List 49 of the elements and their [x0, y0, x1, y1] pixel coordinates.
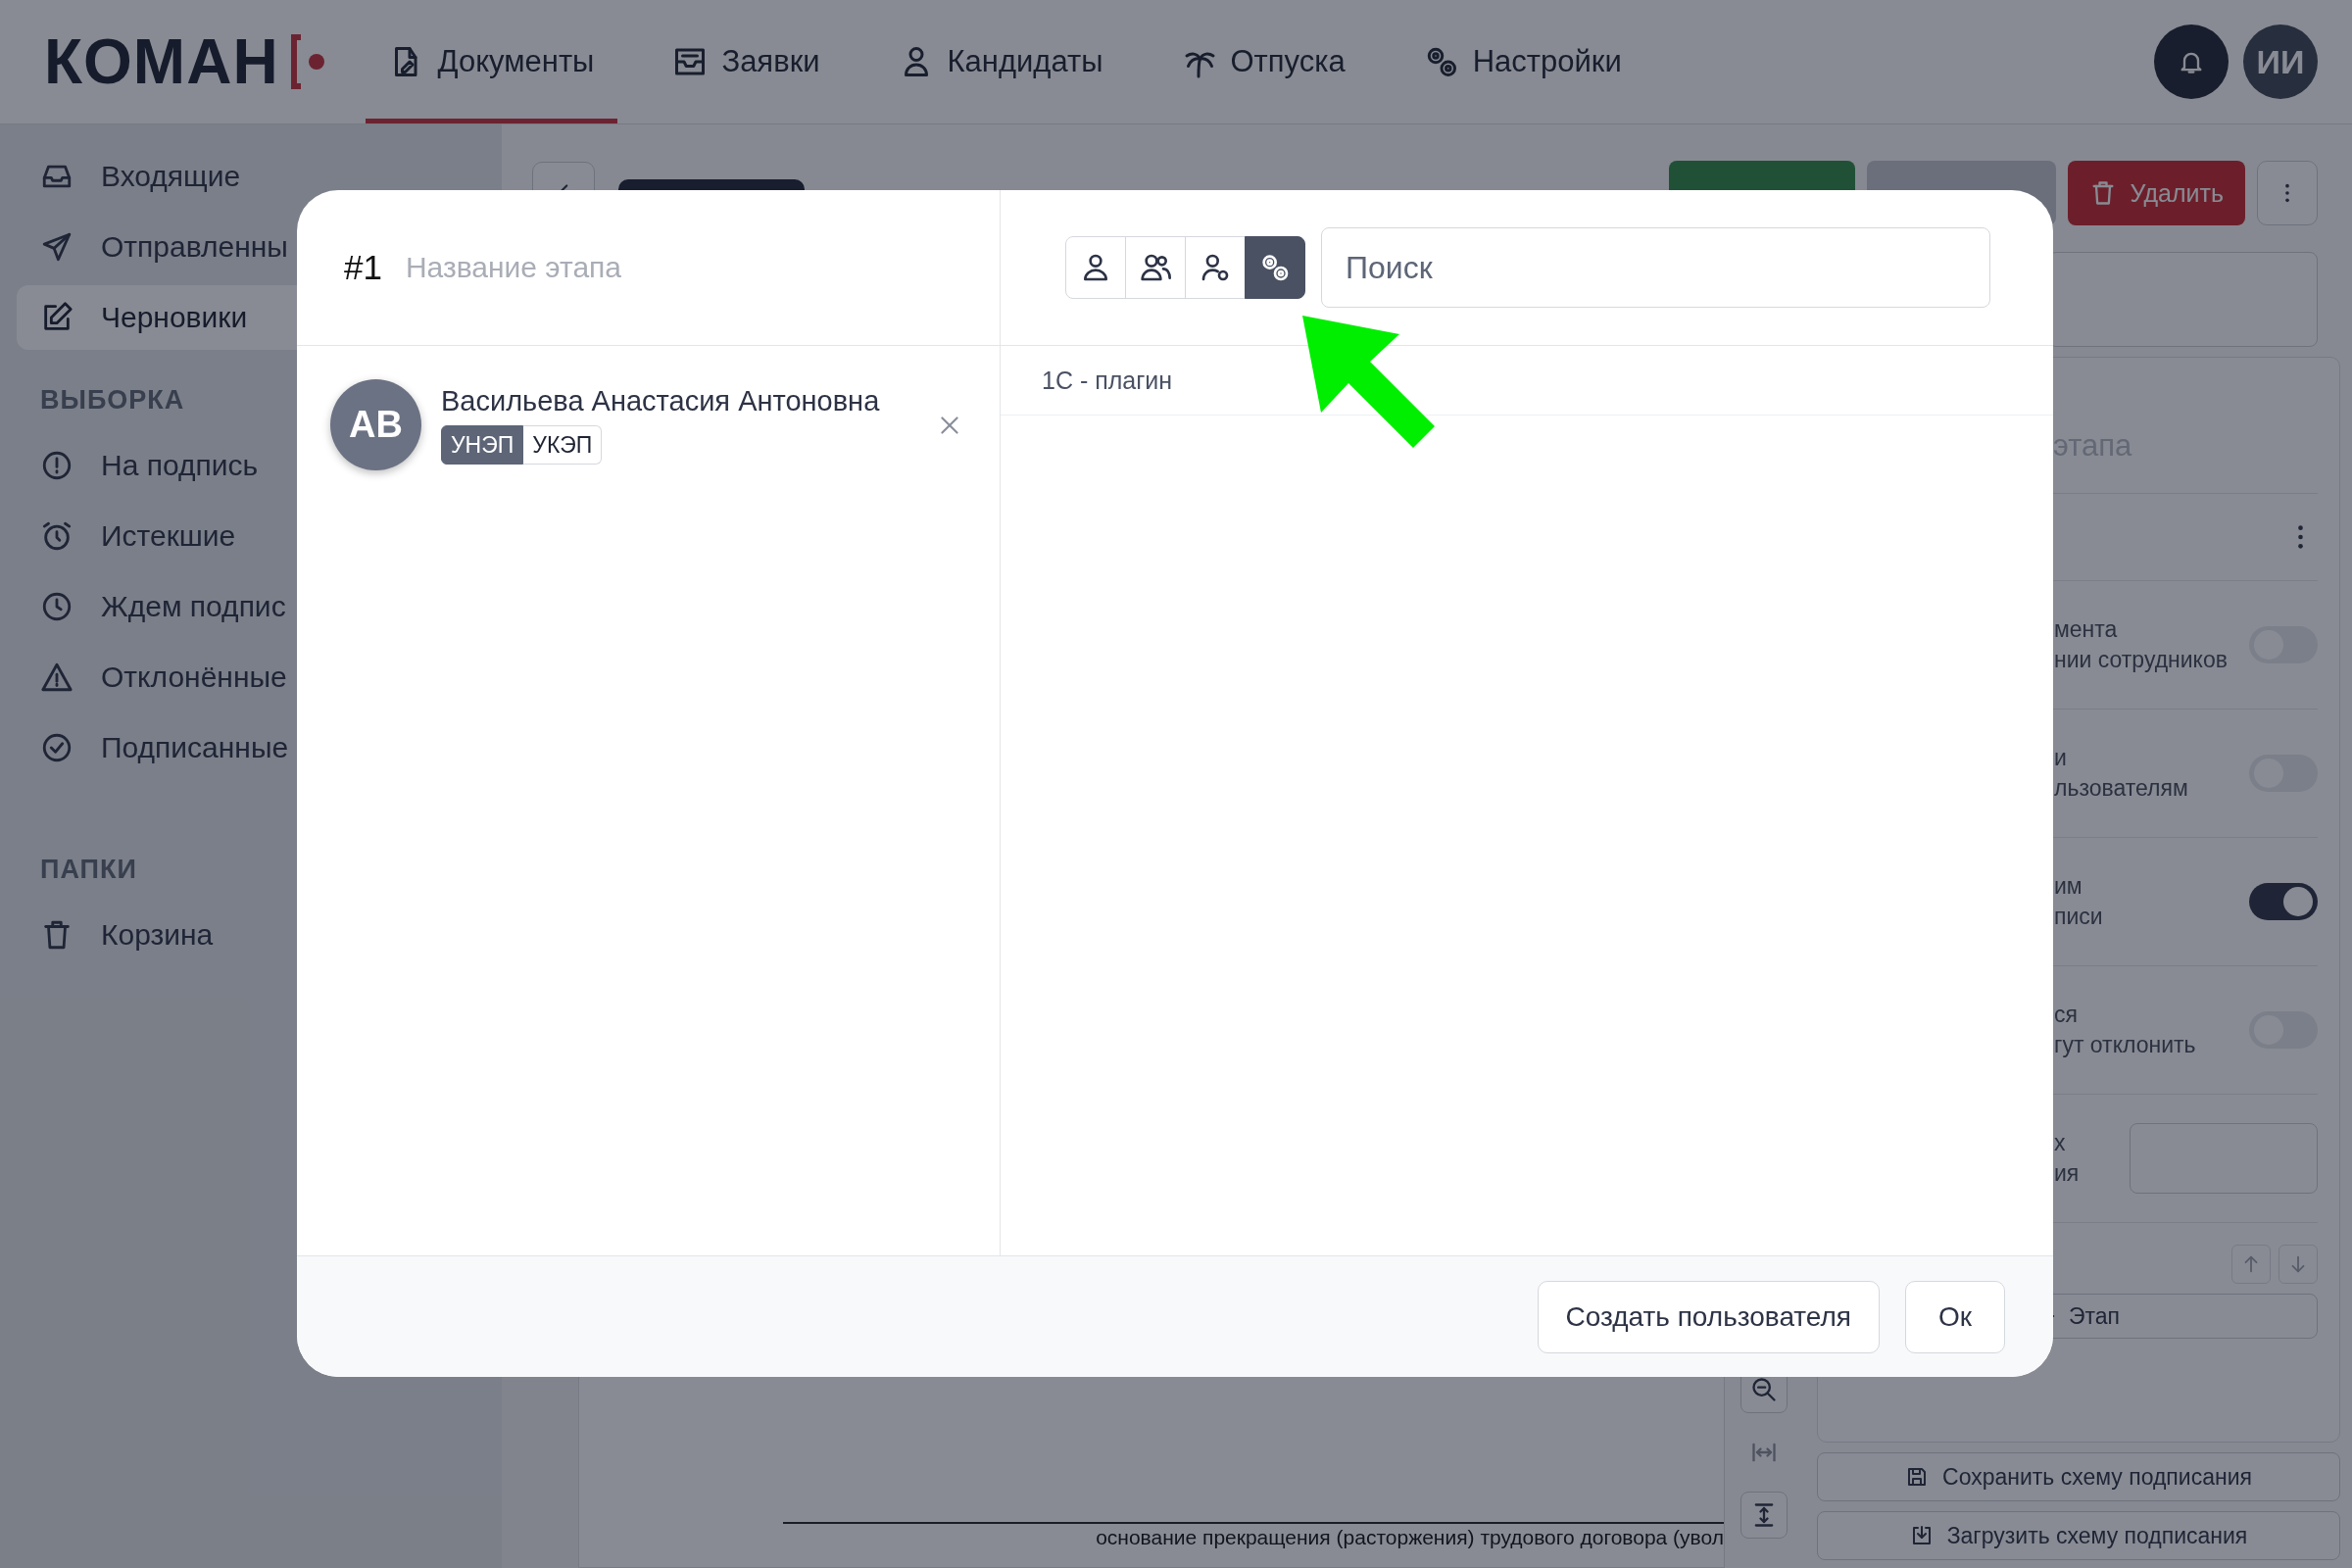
signature-type-toggle[interactable]: УКЭП: [523, 425, 603, 465]
zoom-out-icon: [1750, 1376, 1778, 1403]
move-down-button[interactable]: [2278, 1245, 2318, 1284]
sidebar-item[interactable]: Подписанные: [17, 715, 485, 780]
alert-circle-icon: [40, 449, 74, 482]
delete-button[interactable]: Удалить: [2067, 161, 2245, 225]
alarm-clock-icon: [40, 519, 74, 553]
logo-text: КОМАН: [44, 25, 279, 98]
setting-label: и льзователям: [2054, 744, 2188, 803]
more-icon[interactable]: [2297, 523, 2304, 551]
sidebar-item[interactable]: Истекшие: [17, 504, 485, 568]
search-field[interactable]: Поиск: [1321, 227, 1990, 308]
sidebar-item[interactable]: Ждем подпис: [17, 574, 485, 639]
setting-label: им писи: [2054, 872, 2103, 931]
stage-number: #1: [344, 248, 382, 287]
save-scheme-button[interactable]: Сохранить схему подписания: [1817, 1452, 2340, 1501]
setting-label: ся гут отклонить: [2054, 1001, 2196, 1059]
document-text: основание прекращения (расторжения) трудового договора (увол: [1096, 1525, 1724, 1549]
nav-tab[interactable]: Отпуска: [1157, 0, 1369, 123]
create-user-button[interactable]: Создать пользователя: [1537, 1280, 1880, 1353]
users-icon: [1140, 252, 1171, 283]
ok-button[interactable]: Ок: [1905, 1280, 2005, 1353]
check-circle-icon: [40, 731, 74, 764]
clock-icon: [40, 590, 74, 623]
input-field[interactable]: [2130, 1123, 2318, 1194]
setting-label: мента нии сотрудников: [2054, 615, 2228, 674]
sidebar-item[interactable]: Входящие: [17, 144, 485, 209]
load-scheme-button[interactable]: Загрузить схему подписания: [1817, 1511, 2340, 1560]
toggle-switch[interactable]: [2249, 883, 2318, 920]
move-up-button[interactable]: [2231, 1245, 2271, 1284]
setting-label: х ия: [2054, 1129, 2080, 1188]
warning-icon: [40, 661, 74, 694]
more-icon: [2284, 182, 2290, 204]
nav-tab[interactable]: Кандидаты: [874, 0, 1127, 123]
send-icon: [40, 230, 74, 264]
fit-height-button[interactable]: [1740, 1492, 1788, 1539]
filter-button[interactable]: [1245, 236, 1305, 299]
signature-type-toggle[interactable]: УНЭП: [441, 425, 524, 465]
user-avatar: АВ: [330, 379, 421, 470]
nav-tab[interactable]: Настройки: [1399, 0, 1645, 123]
sidebar-section-title: ВЫБОРКА: [39, 384, 186, 416]
signer-name: Васильева Анастасия Антоновна: [441, 385, 881, 417]
sidebar-item[interactable]: Отклонённые: [17, 645, 485, 710]
nav-tab[interactable]: Заявки: [649, 0, 844, 123]
user-avatar[interactable]: ИИ: [2243, 24, 2318, 99]
gears-icon: [1259, 252, 1291, 283]
sidebar-section-title: ПАПКИ: [39, 854, 138, 886]
sidebar-item[interactable]: Корзина: [17, 903, 485, 967]
user-gear-icon: [1200, 252, 1231, 283]
